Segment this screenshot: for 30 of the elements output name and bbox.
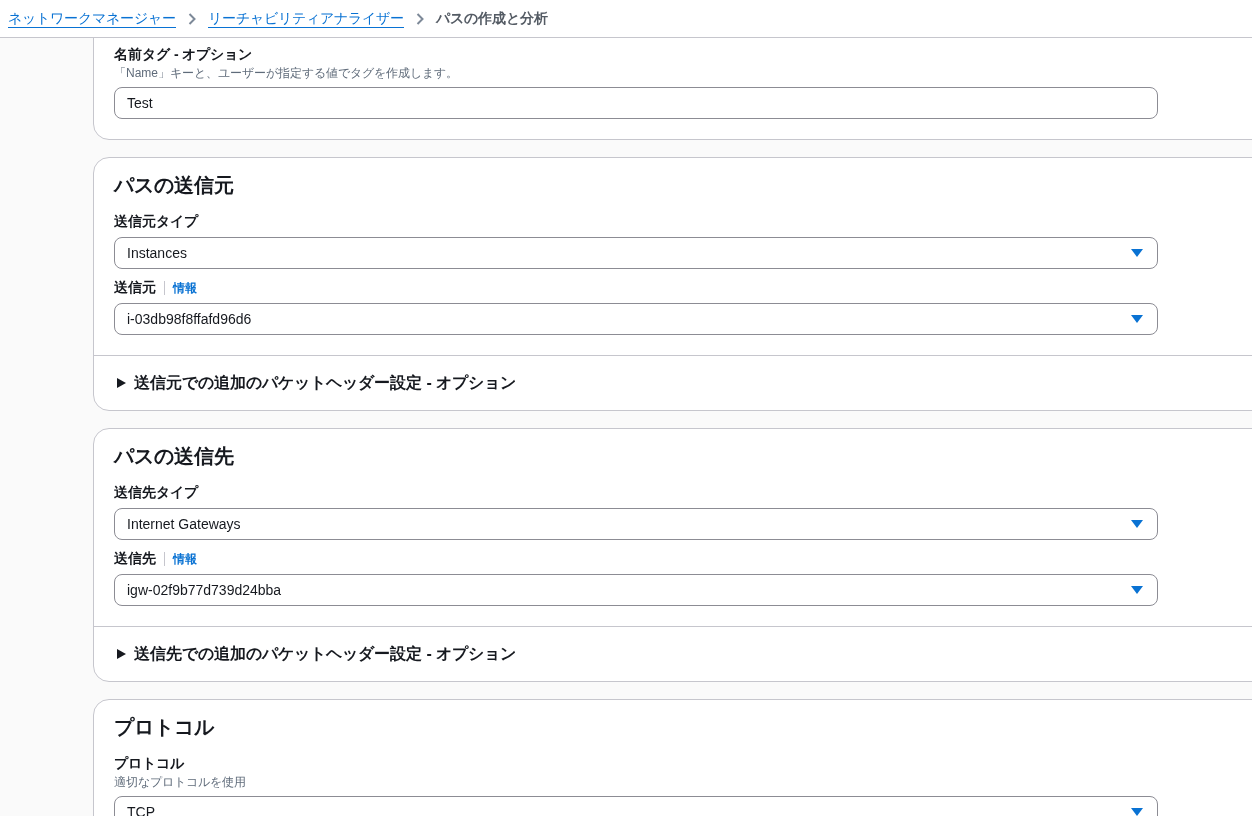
caret-down-icon: [1131, 586, 1143, 594]
breadcrumb-current: パスの作成と分析: [436, 9, 548, 28]
field-label: 名前タグ - オプション: [114, 46, 253, 64]
chevron-right-icon: [188, 12, 196, 25]
field-label: プロトコル: [114, 755, 184, 773]
info-link[interactable]: 情報: [173, 550, 197, 568]
section-title: プロトコル: [114, 715, 216, 740]
field-label: 送信元: [114, 279, 156, 297]
section-title: パスの送信先: [114, 444, 235, 469]
caret-down-icon: [1131, 249, 1143, 257]
caret-down-icon: [1131, 520, 1143, 528]
field-description: 「Name」キーと、ユーザーが指定する値でタグを作成します。: [114, 65, 459, 82]
chevron-right-icon: [416, 12, 424, 25]
info-link[interactable]: 情報: [173, 279, 197, 297]
select-field[interactable]: i-03db98f8ffafd96d6: [114, 303, 1158, 335]
caret-down-icon: [1131, 808, 1143, 816]
field-label: 送信元タイプ: [114, 213, 198, 231]
select-field[interactable]: Internet Gateways: [114, 508, 1158, 540]
input-field[interactable]: Test: [114, 87, 1158, 119]
expander-toggle[interactable]: 送信元での追加のパケットヘッダー設定 - オプション: [94, 355, 1252, 410]
expander-toggle[interactable]: 送信先での追加のパケットヘッダー設定 - オプション: [94, 626, 1252, 681]
section-title: パスの送信元: [114, 173, 235, 198]
caret-down-icon: [1131, 315, 1143, 323]
breadcrumb-link[interactable]: ネットワークマネージャー: [8, 9, 176, 28]
field-label: 送信先タイプ: [114, 484, 198, 502]
select-field[interactable]: igw-02f9b77d739d24bba: [114, 574, 1158, 606]
field-label: 送信先: [114, 550, 156, 568]
breadcrumb-link[interactable]: リーチャビリティアナライザー: [208, 9, 404, 28]
select-field[interactable]: Instances: [114, 237, 1158, 269]
field-description: 適切なプロトコルを使用: [114, 774, 247, 791]
